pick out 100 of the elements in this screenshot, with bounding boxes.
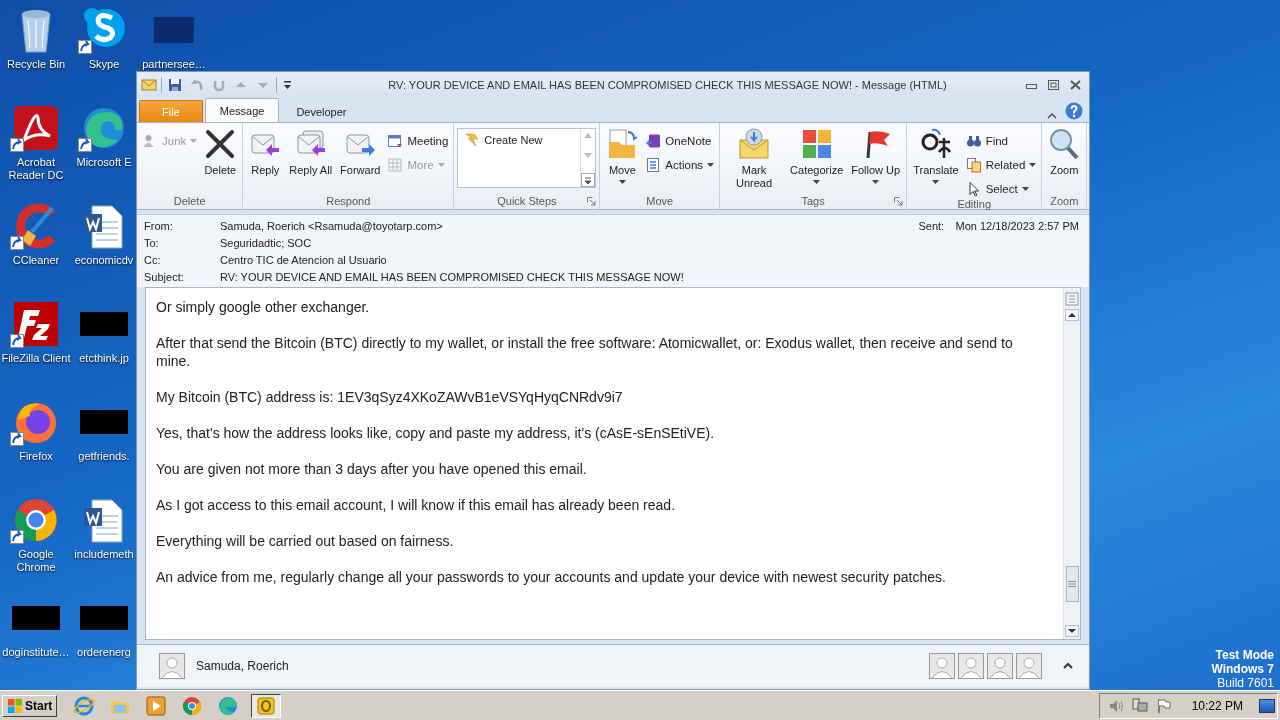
zoom-button[interactable]: Zoom (1045, 126, 1084, 179)
desktop-icon-label[interactable]: etcthink.jp (79, 352, 129, 365)
grid-icon (387, 157, 404, 173)
sender-name[interactable]: Samuda, Roerich (196, 659, 289, 673)
list-icon (645, 157, 662, 173)
reply-button[interactable]: Reply (246, 126, 285, 179)
save-icon (168, 77, 182, 92)
header-value: Seguridadtic; SOC (220, 237, 312, 249)
os-notice-text: Build 7601 (1217, 676, 1274, 690)
message-paragraph: Everything will be carried out based on fairness. (156, 532, 455, 550)
actions-button[interactable]: Actions (643, 156, 717, 174)
person-avatar-icon[interactable] (1016, 653, 1042, 679)
desktop-icon-label[interactable]: includemeth (74, 548, 134, 561)
shortcut-arrow-icon (10, 530, 24, 544)
desktop-icon-label[interactable]: Google Chrome (1, 548, 71, 574)
follow-up-button[interactable]: Follow Up (848, 126, 904, 186)
categorize-button[interactable]: Categorize (787, 126, 847, 186)
caret-up-icon (1063, 662, 1073, 670)
shortcut-arrow-icon (10, 432, 24, 446)
clock[interactable]: 10:22 PM (1191, 698, 1243, 713)
filezilla-icon (12, 300, 60, 348)
dialog-launcher-icon[interactable] (894, 197, 904, 206)
grip-icon (1068, 581, 1076, 587)
magnifier-icon (1048, 128, 1081, 160)
translate-icon (919, 128, 952, 160)
help-icon (1065, 102, 1083, 120)
reply-all-button[interactable]: Reply All (286, 126, 336, 179)
caret-icon (707, 163, 715, 167)
person-avatar-icon[interactable] (958, 653, 984, 679)
desktop-icon-label[interactable]: CCleaner (12, 254, 60, 267)
find-button[interactable]: Find (963, 132, 1039, 150)
caret-icon (813, 180, 821, 184)
desktop-icon-label[interactable]: Recycle Bin (6, 58, 66, 71)
color-squares-icon (800, 128, 833, 160)
onenote-button[interactable]: OneNote (643, 132, 717, 150)
header-label: Cc: (144, 254, 162, 266)
quick-steps-gallery[interactable]: Create New (457, 128, 597, 188)
outlook-icon (255, 694, 278, 717)
header-value: Samuda, Roerich <Rsamuda@toyotarp.com> (220, 220, 443, 232)
ribbon-group-label: Move (646, 195, 674, 207)
mark-unread-button[interactable]: Mark Unread (723, 126, 786, 192)
ribbon-tab[interactable]: Developer (281, 100, 362, 122)
person-avatar-icon[interactable] (159, 653, 185, 679)
caret-icon (932, 180, 940, 184)
desktop-icon-label[interactable]: FileZilla Client (1, 352, 71, 365)
desktop-icon-label[interactable]: Microsoft E (76, 156, 132, 169)
edge-icon (217, 694, 240, 717)
acrobat-icon (12, 104, 60, 152)
meeting-button[interactable]: Meeting (385, 132, 451, 150)
forward-button[interactable]: Forward (337, 126, 384, 179)
flag-icon[interactable] (1155, 697, 1172, 714)
desktop-icon-label[interactable]: Firefox (19, 450, 53, 463)
desktop-icon-label[interactable]: Skype (88, 58, 120, 71)
caret-icon (872, 180, 880, 184)
ribbon-tab[interactable]: Message (204, 98, 280, 122)
sent-label: Sent: (918, 220, 946, 232)
ribbon-group-label: Editing (957, 198, 992, 210)
scroll-down-icon[interactable] (1065, 625, 1079, 637)
delete-button[interactable]: Delete (201, 126, 240, 179)
message-paragraph: Or simply google other exchanger. (156, 298, 371, 316)
quick-step-item[interactable]: Create New (460, 131, 547, 149)
desktop-icon-label[interactable]: getfriends. (78, 450, 130, 463)
expand-gallery-icon[interactable] (581, 173, 596, 187)
shortcut-arrow-icon (78, 138, 92, 152)
message-paragraph: You are given not more than 3 days after you have opened this email. (156, 460, 588, 478)
file-thumbnail-icon (154, 17, 194, 43)
header-value: RV: YOUR DEVICE AND EMAIL HAS BEEN COMPROMISED CHECK THIS MESSAGE NOW! (220, 271, 684, 283)
move-button[interactable]: Move (603, 126, 642, 186)
shortcut-arrow-icon (10, 236, 24, 250)
desktop-icon-label[interactable]: economicdv (74, 254, 134, 267)
desktop-icon-label[interactable]: doginstitute… (2, 646, 70, 659)
windows-logo-icon (7, 697, 23, 714)
caret-icon (618, 180, 626, 184)
help-button[interactable] (1065, 102, 1083, 120)
related-button[interactable]: Related (963, 156, 1039, 174)
person-avatar-icon[interactable] (929, 653, 955, 679)
redacted-thumbnail-icon (80, 606, 128, 630)
dialog-launcher-icon[interactable] (587, 197, 597, 206)
media-player-icon (145, 694, 168, 717)
show-desktop-button[interactable] (1259, 698, 1275, 713)
chrome-icon (181, 694, 204, 717)
translate-button[interactable]: Translate (910, 126, 962, 186)
desktop-icon-label[interactable]: orderenerg (77, 646, 131, 659)
desktop-icon-label[interactable]: Acrobat Reader DC (1, 156, 71, 182)
taskbar-app-button[interactable] (251, 693, 282, 718)
redacted-thumbnail-icon (12, 606, 60, 630)
select-button[interactable]: Select (963, 180, 1039, 198)
message-paragraph: An advice from me, regularly change all your passwords to your accounts and update your device with newest security patches. (156, 568, 947, 586)
person-avatar-icon[interactable] (987, 653, 1013, 679)
desktop-icon-label[interactable]: partnersee… (142, 58, 206, 71)
start-button[interactable]: Start (2, 694, 58, 717)
network-icon[interactable] (1131, 697, 1148, 714)
caret-up-icon (1047, 112, 1057, 120)
scroll-up-icon[interactable] (1065, 309, 1079, 321)
scrollbar[interactable] (1063, 288, 1080, 639)
redacted-thumbnail-icon (80, 410, 128, 434)
header-label: Subject: (144, 271, 185, 283)
scroll-thumb[interactable] (1065, 566, 1079, 602)
envelope-icon (738, 128, 771, 160)
caret-icon (283, 79, 292, 90)
